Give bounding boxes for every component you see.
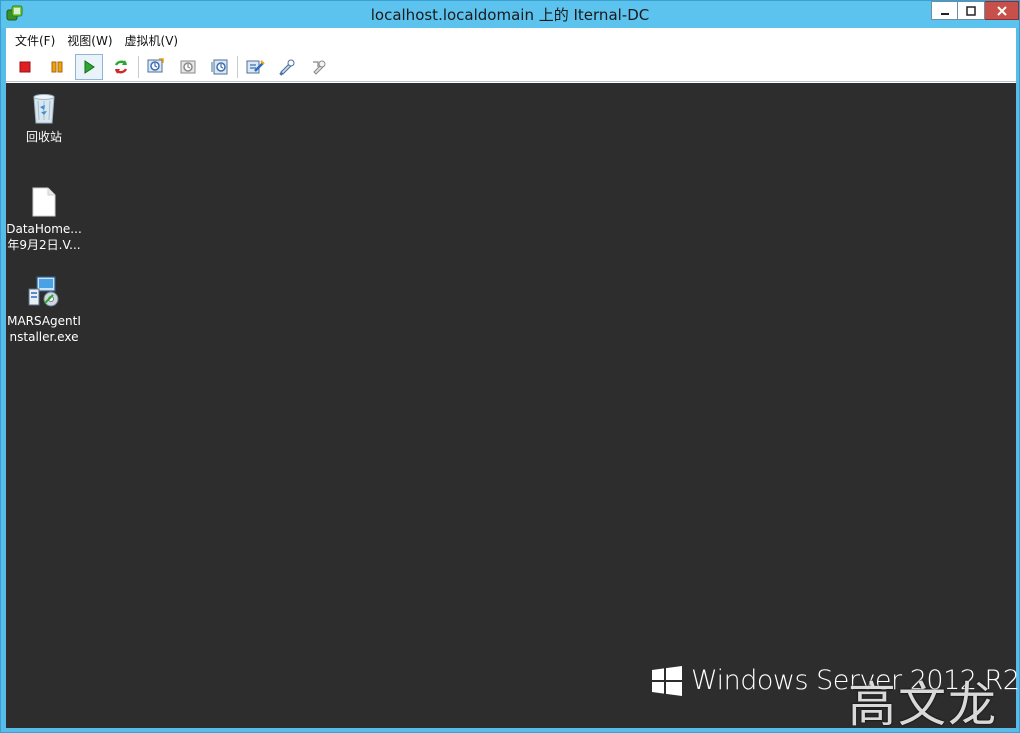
minimize-button[interactable] [931, 1, 958, 20]
guest-desktop[interactable]: 回收站 DataHome... 年9月2日.V... MARSAgentI ns… [6, 83, 1020, 733]
toolbar [6, 52, 1016, 82]
play-icon [84, 59, 95, 74]
desktop-icon-recycle-bin[interactable]: 回收站 [6, 91, 82, 145]
window-controls [931, 1, 1019, 20]
installer-icon [28, 276, 59, 307]
stop-button[interactable] [9, 54, 41, 80]
windows-logo-icon [652, 665, 682, 696]
vm-settings-icon [313, 60, 326, 75]
toolbar-separator [237, 55, 238, 78]
desktop-icon-label: MARSAgentI nstaller.exe [6, 313, 82, 345]
maximize-button[interactable] [958, 1, 985, 20]
label-line: 回收站 [25, 130, 62, 144]
vm-console-window: localhost.localdomain 上的 Iternal-DC 文件(F… [0, 0, 1020, 733]
vm-settings-button[interactable] [303, 54, 335, 80]
client-area: 文件(F) 视图(W) 虚拟机(V) 回收站 DataHome... 年9月2日… [6, 28, 1020, 733]
revert-snapshot-icon [180, 60, 196, 73]
manage-snapshots-button[interactable] [204, 54, 236, 80]
stop-icon [19, 61, 31, 72]
recycle-bin-icon [33, 94, 55, 124]
menu-view[interactable]: 视图(W) [62, 30, 117, 51]
menu-bar: 文件(F) 视图(W) 虚拟机(V) [6, 28, 1016, 52]
send-ctrl-alt-del-icon [246, 59, 265, 73]
desktop-icon-label: 回收站 [6, 129, 82, 145]
pause-button[interactable] [41, 54, 73, 80]
label-line: nstaller.exe [9, 330, 79, 344]
edit-settings-icon [279, 59, 295, 76]
menu-vm[interactable]: 虚拟机(V) [120, 30, 184, 51]
label-line: MARSAgentI [7, 314, 81, 328]
pause-icon [51, 61, 63, 72]
author-watermark: 高文龙 [848, 677, 999, 733]
revert-snapshot-button[interactable] [172, 54, 204, 80]
close-button[interactable] [985, 1, 1019, 20]
label-line: 年9月2日.V... [7, 238, 81, 252]
title-bar[interactable]: localhost.localdomain 上的 Iternal-DC [1, 1, 1019, 28]
reset-button[interactable] [105, 54, 137, 80]
maximize-icon [966, 5, 976, 16]
refresh-icon [114, 59, 128, 74]
desktop-icon-label: DataHome... 年9月2日.V... [6, 221, 82, 253]
close-icon [996, 5, 1007, 16]
file-icon [32, 187, 56, 217]
snapshot-icon [147, 57, 164, 72]
edit-settings-button[interactable] [271, 54, 303, 80]
desktop-icon-datahome-file[interactable]: DataHome... 年9月2日.V... [6, 187, 82, 253]
menu-file[interactable]: 文件(F) [10, 30, 60, 51]
toolbar-separator [138, 55, 139, 78]
manage-snapshots-icon [211, 59, 228, 74]
snapshot-button[interactable] [140, 54, 172, 80]
window-title: localhost.localdomain 上的 Iternal-DC [370, 6, 650, 24]
desktop-icon-mars-agent-installer[interactable]: MARSAgentI nstaller.exe [6, 275, 82, 345]
minimize-icon [940, 12, 949, 15]
play-button[interactable] [75, 53, 103, 80]
send-ctrl-alt-del-button[interactable] [239, 54, 271, 80]
label-line: DataHome... [6, 222, 82, 236]
